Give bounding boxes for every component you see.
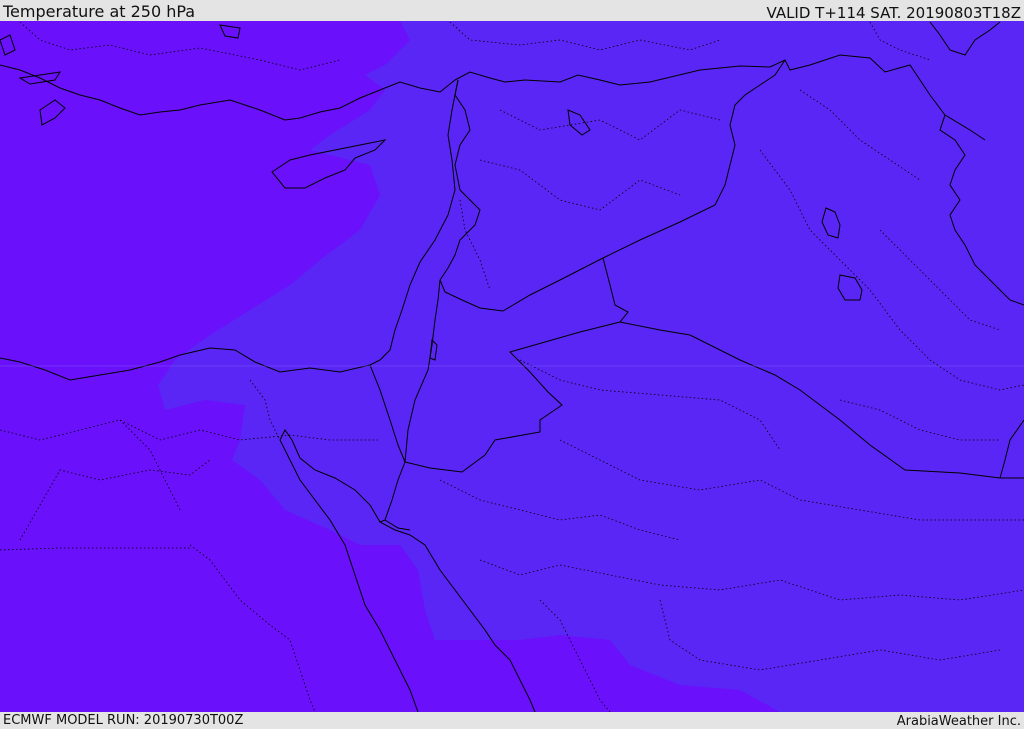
map-canvas [0, 21, 1024, 712]
model-run-label: ECMWF MODEL RUN: 20190730T00Z [3, 713, 244, 728]
header-bar: Temperature at 250 hPa VALID T+114 SAT. … [0, 0, 1024, 21]
footer-bar: ECMWF MODEL RUN: 20190730T00Z ArabiaWeat… [0, 712, 1024, 729]
temperature-map[interactable] [0, 21, 1024, 712]
valid-time-label: VALID T+114 SAT. 20190803T18Z [766, 4, 1021, 22]
map-title: Temperature at 250 hPa [3, 2, 196, 21]
credit-label: ArabiaWeather Inc. [896, 714, 1021, 729]
